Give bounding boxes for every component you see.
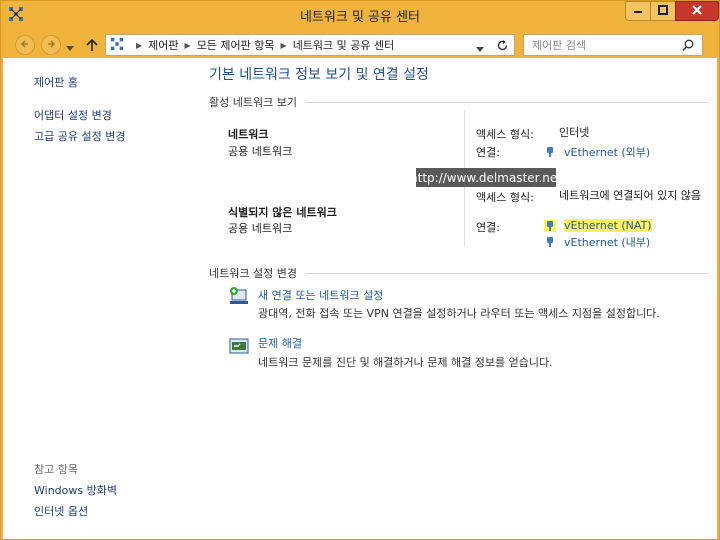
maximize-icon [658, 4, 668, 18]
minimize-button[interactable] [625, 1, 651, 21]
close-button[interactable] [675, 1, 719, 21]
sidebar-item-adapter-settings[interactable]: 어댑터 설정 변경 [34, 107, 112, 123]
connection-link-nat[interactable]: vEthernet (NAT) [544, 219, 652, 232]
back-button[interactable] [15, 35, 35, 55]
change-settings-heading: 네트워크 설정 변경 [209, 265, 709, 281]
window-frame: 네트워크 및 공유 센터 ▶ 제어판 ▶ 모든 제어판 항목 ▶ 네트워크 및 … [0, 0, 720, 540]
access-type-label: 액세스 형식: [476, 191, 534, 204]
forward-button[interactable] [41, 35, 61, 55]
new-connection-link[interactable]: 새 연결 또는 네트워크 설정 [258, 287, 383, 303]
change-settings-heading-label: 네트워크 설정 변경 [209, 267, 297, 280]
section-divider [304, 272, 709, 274]
forward-arrow-icon [46, 39, 56, 52]
page-title: 기본 네트워크 정보 보기 및 연결 설정 [209, 67, 429, 83]
address-bar[interactable]: ▶ 제어판 ▶ 모든 제어판 항목 ▶ 네트워크 및 공유 센터 [105, 34, 515, 56]
control-panel-icon [110, 37, 124, 54]
address-dropdown-icon[interactable] [476, 43, 484, 56]
troubleshoot-description: 네트워크 문제를 진단 및 해결하거나 문제 해결 정보를 얻습니다. [258, 356, 553, 369]
sidebar-item-internet-options[interactable]: 인터넷 옵션 [34, 503, 88, 519]
refresh-icon[interactable] [496, 39, 509, 55]
connection-name[interactable]: vEthernet (NAT) [564, 219, 652, 232]
new-connection-description: 광대역, 전화 접속 또는 VPN 연결을 설정하거나 라우터 또는 액세스 지… [258, 307, 660, 320]
search-icon[interactable] [682, 39, 694, 54]
ethernet-plug-icon [544, 146, 556, 158]
close-icon [691, 4, 703, 19]
breadcrumb-separator-icon[interactable]: ▶ [136, 41, 142, 50]
connection-name[interactable]: vEthernet (외부) [564, 144, 650, 160]
back-arrow-icon [20, 39, 30, 52]
content-area: 제어판 홈 어댑터 설정 변경 고급 공유 설정 변경 참고 항목 Window… [3, 58, 717, 539]
window-title: 네트워크 및 공유 센터 [299, 10, 421, 25]
breadcrumb-network-center[interactable]: 네트워크 및 공유 센터 [293, 37, 395, 53]
access-type-label: 액세스 형식: [476, 128, 534, 141]
connection-link-internal[interactable]: vEthernet (내부) [544, 234, 650, 250]
ethernet-plug-icon [544, 219, 556, 232]
ethernet-plug-icon [544, 236, 556, 248]
breadcrumb-all-items[interactable]: 모든 제어판 항목 [197, 37, 275, 53]
maximize-button[interactable] [650, 1, 676, 21]
access-type-value: 인터넷 [559, 126, 590, 139]
watermark-overlay: http://www.delmaster.net [410, 168, 562, 187]
network-name: 네트워크 [228, 128, 269, 141]
minimize-icon [633, 5, 643, 18]
connections-label: 연결: [476, 221, 500, 234]
network-name: 식별되지 않은 네트워크 [228, 206, 337, 219]
search-input[interactable]: 제어판 검색 [523, 34, 703, 56]
see-also-heading: 참고 항목 [34, 463, 78, 476]
troubleshoot-icon [228, 335, 250, 357]
active-networks-heading-label: 활성 네트워크 보기 [209, 96, 297, 109]
recent-dropdown-icon[interactable] [66, 42, 74, 55]
connection-name[interactable]: vEthernet (내부) [564, 234, 650, 250]
section-divider [304, 101, 709, 103]
new-connection-icon [228, 285, 250, 307]
search-placeholder: 제어판 검색 [532, 39, 587, 52]
breadcrumb-control-panel[interactable]: 제어판 [148, 37, 178, 53]
breadcrumb-separator-icon[interactable]: ▶ [185, 41, 191, 50]
network-category-link[interactable]: 공용 네트워크 [228, 220, 292, 236]
troubleshoot-link[interactable]: 문제 해결 [258, 335, 302, 351]
access-type-value: 네트워크에 연결되어 있지 않음 [559, 189, 702, 202]
title-bar[interactable]: 네트워크 및 공유 센터 [1, 1, 719, 29]
active-networks-heading: 활성 네트워크 보기 [209, 94, 709, 110]
sidebar-item-advanced-sharing[interactable]: 고급 공유 설정 변경 [34, 128, 125, 144]
network-category-link[interactable]: 공용 네트워크 [228, 143, 292, 159]
sidebar-item-windows-firewall[interactable]: Windows 방화벽 [34, 482, 117, 498]
sidebar-item-control-panel-home[interactable]: 제어판 홈 [34, 74, 78, 90]
navigation-toolbar: ▶ 제어판 ▶ 모든 제어판 항목 ▶ 네트워크 및 공유 센터 제어판 검색 [1, 31, 719, 59]
up-button[interactable] [86, 38, 98, 55]
connections-label: 연결: [476, 146, 500, 159]
main-panel: 기본 네트워크 정보 보기 및 연결 설정 활성 네트워크 보기 네트워크 공용… [209, 58, 709, 539]
breadcrumb: ▶ 제어판 ▶ 모든 제어판 항목 ▶ 네트워크 및 공유 센터 [130, 37, 394, 53]
breadcrumb-separator-icon[interactable]: ▶ [281, 41, 287, 50]
connection-link-external[interactable]: vEthernet (외부) [544, 144, 650, 160]
sidebar: 제어판 홈 어댑터 설정 변경 고급 공유 설정 변경 참고 항목 Window… [3, 58, 193, 539]
